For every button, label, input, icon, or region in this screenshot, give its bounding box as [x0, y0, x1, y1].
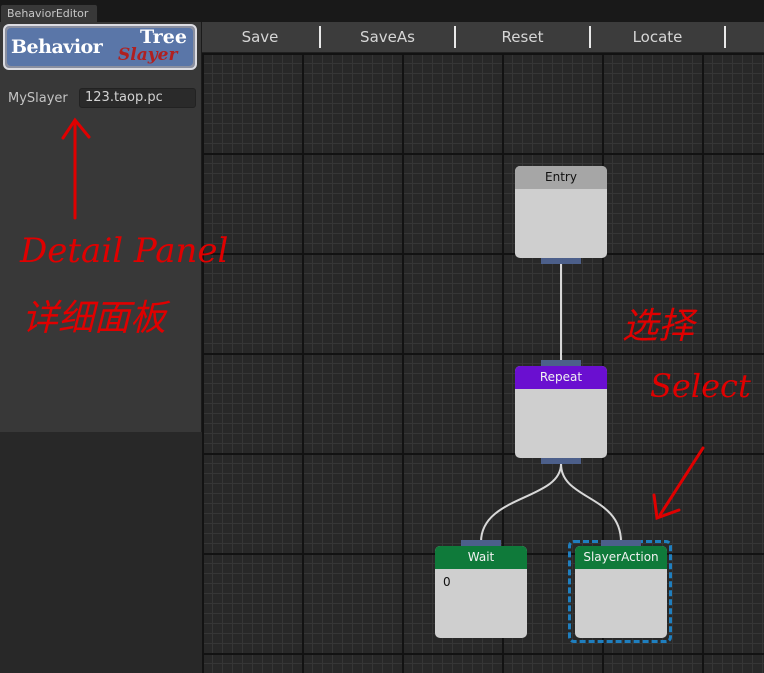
- annotation-select-cn: 选择: [622, 306, 698, 347]
- annotation-detail-en: Detail Panel: [19, 231, 228, 271]
- annotation-select-en: Select: [650, 367, 751, 405]
- annotation-arrow-down-shaft: [658, 446, 705, 517]
- annotation-detail-cn: 详细面板: [22, 298, 171, 339]
- red-annotations: Detail Panel 详细面板 选择 Select: [19, 117, 751, 521]
